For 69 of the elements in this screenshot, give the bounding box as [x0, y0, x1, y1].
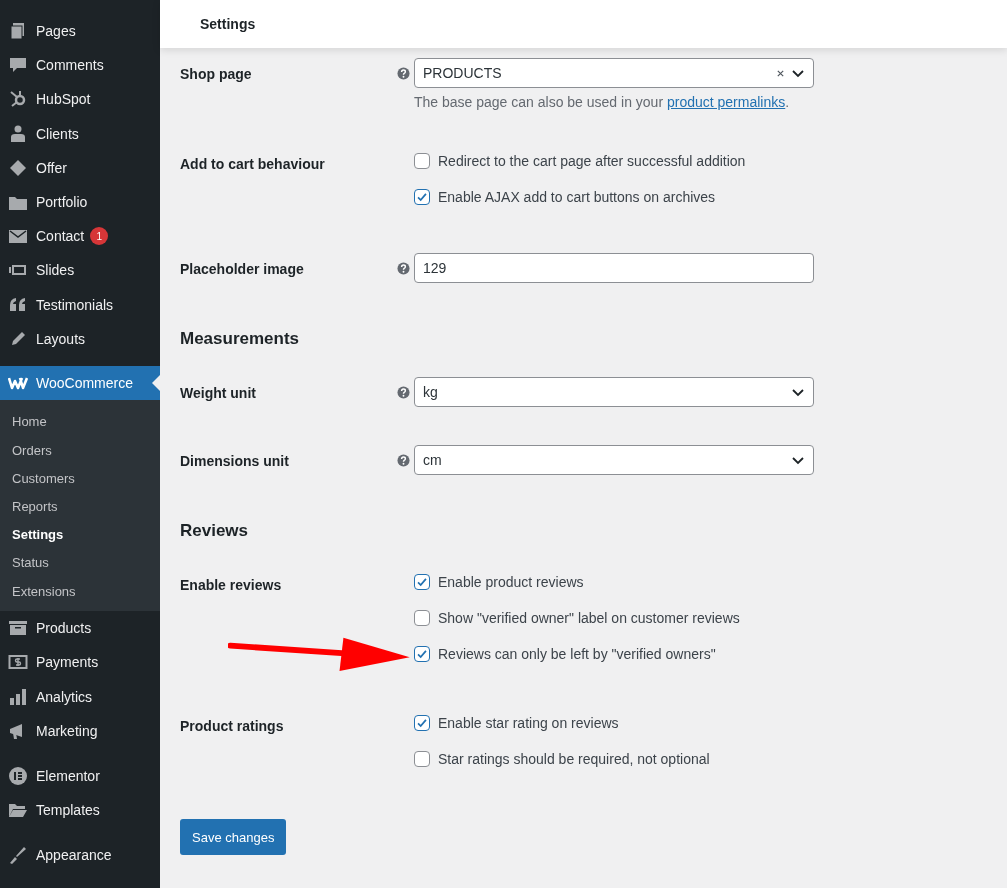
sidebar-item[interactable]: Portfolio [0, 184, 160, 220]
field-label: Enable reviews [180, 577, 282, 593]
chevron-down-icon [791, 387, 805, 397]
select-field[interactable]: kg [414, 377, 814, 407]
checkbox[interactable] [414, 715, 430, 731]
notification-badge: 1 [90, 227, 109, 246]
elementor-icon [8, 766, 28, 787]
sidebar-item[interactable]: Slides [0, 253, 160, 288]
sidebar-item[interactable]: Marketing [0, 713, 160, 748]
checkbox-label[interactable]: Redirect to the cart page after successful addition [438, 153, 746, 169]
field-label: Dimensions unit [180, 453, 289, 469]
save-button[interactable]: Save changes [180, 819, 287, 855]
submenu-item[interactable]: Extensions [0, 577, 160, 606]
section-heading: Measurements [180, 329, 301, 349]
help-icon[interactable] [397, 262, 410, 275]
chevron-down-icon [791, 455, 805, 465]
sidebar-item[interactable]: Testimonials [0, 287, 160, 322]
field-label: Placeholder image [180, 261, 304, 277]
sidebar-item[interactable]: Layouts [0, 321, 160, 356]
help-icon[interactable] [397, 386, 410, 399]
sidebar-item[interactable]: Offer [0, 150, 160, 185]
clear-icon[interactable] [776, 68, 785, 78]
bar-chart-icon [8, 686, 28, 707]
field-description: The base page can also be used in your product permalinks. [414, 94, 791, 110]
checkbox[interactable] [414, 751, 430, 767]
submenu-item[interactable]: Orders [0, 436, 160, 465]
section-heading: Reviews [180, 521, 250, 541]
sidebar-item[interactable]: Comments [0, 48, 160, 83]
checkbox[interactable] [414, 189, 430, 205]
submenu-item[interactable]: Customers [0, 464, 160, 493]
chevron-down-icon [791, 68, 805, 78]
input-field[interactable]: 129 [414, 253, 814, 283]
submenu-item[interactable]: Home [0, 407, 160, 437]
hub-icon [8, 89, 28, 110]
sidebar-item[interactable]: Appearance [0, 838, 160, 873]
checkbox[interactable] [414, 646, 430, 662]
checkbox[interactable] [414, 574, 430, 590]
sidebar-item[interactable]: Products [0, 611, 160, 646]
select-field[interactable]: cm [414, 445, 814, 475]
checkbox-label[interactable]: Reviews can only be left by "verified owners" [438, 646, 716, 662]
checkbox-label[interactable]: Enable AJAX add to cart buttons on archives [438, 189, 716, 205]
person-icon [8, 123, 28, 144]
sidebar-item[interactable]: Templates [0, 793, 160, 828]
field-label: Weight unit [180, 385, 256, 401]
sidebar-item[interactable]: Payments [0, 645, 160, 680]
help-icon[interactable] [397, 454, 410, 467]
page-title: Settings [200, 16, 256, 32]
checkbox[interactable] [414, 153, 430, 169]
sidebar-item[interactable]: Elementor [0, 758, 160, 794]
sidebar-item[interactable]: Pages [0, 14, 160, 49]
checkbox[interactable] [414, 610, 430, 626]
submenu-item[interactable]: Status [0, 548, 160, 577]
checkbox-label[interactable]: Show "verified owner" label on customer reviews [438, 610, 740, 626]
checkbox-label[interactable]: Star ratings should be required, not optional [438, 751, 710, 767]
field-label: Shop page [180, 66, 252, 82]
field-label: Product ratings [180, 718, 284, 734]
checkbox-label[interactable]: Enable product reviews [438, 574, 584, 590]
checkbox-label[interactable]: Enable star rating on reviews [438, 715, 619, 731]
sidebar-item[interactable]: Analytics [0, 679, 160, 714]
sidebar-item[interactable]: HubSpot [0, 82, 160, 117]
submenu-item[interactable]: Settings [0, 520, 160, 549]
sidebar-item[interactable]: Contact 1 [0, 219, 160, 254]
help-icon[interactable] [397, 67, 410, 80]
select-field[interactable]: PRODUCTS [414, 58, 814, 88]
menu-pointer-icon [152, 374, 160, 391]
sidebar-item[interactable]: WooCommerce [0, 365, 160, 400]
field-label: Add to cart behaviour [180, 156, 325, 172]
submenu-item[interactable]: Reports [0, 492, 160, 521]
sidebar-item[interactable]: Clients [0, 116, 160, 151]
